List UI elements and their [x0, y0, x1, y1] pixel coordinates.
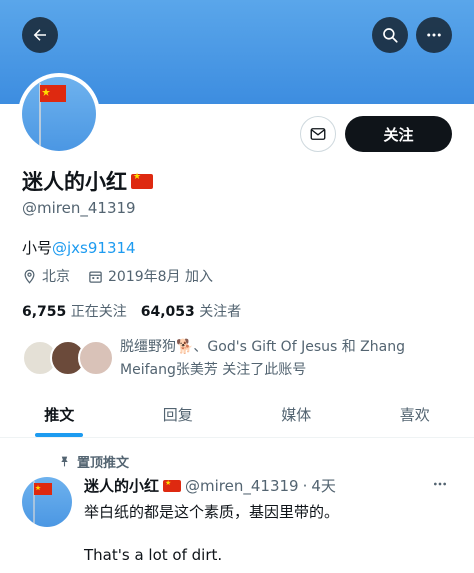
profile-stats: 6,755 正在关注 64,053 关注者 — [22, 301, 241, 321]
profile-avatar[interactable] — [18, 73, 100, 155]
location-pin-icon — [24, 269, 35, 284]
envelope-icon — [310, 128, 326, 140]
tab-replies[interactable]: 回复 — [119, 392, 238, 437]
profile-name: 迷人的小红 — [22, 166, 153, 196]
profile-meta: 北京 2019年8月 加入 — [22, 266, 213, 286]
back-arrow-icon — [33, 29, 46, 41]
tab-media[interactable]: 媒体 — [237, 392, 356, 437]
flag-on-pole-image — [33, 481, 52, 527]
tweet-author-avatar[interactable] — [22, 477, 72, 527]
tweet-text-line: 举白纸的都是这个素质，基因里带的。 — [84, 503, 340, 521]
profile-tabs: 推文 回复 媒体 喜欢 — [0, 392, 474, 438]
follower-avatars — [22, 340, 114, 378]
follow-button[interactable]: 关注 — [345, 116, 452, 152]
more-icon — [434, 482, 446, 486]
tweet-author-handle[interactable]: @miren_41319 — [185, 477, 299, 495]
tweet-author-name[interactable]: 迷人的小红 — [84, 475, 159, 496]
china-flag-icon — [163, 479, 182, 492]
back-button[interactable] — [22, 17, 58, 53]
calendar-icon — [89, 271, 102, 283]
profile-handle: @miren_41319 — [22, 199, 136, 217]
known-followers[interactable]: 脱缰野狗🐕、God's Gift Of Jesus 和 Zhang Meifan… — [22, 336, 462, 382]
message-button[interactable] — [300, 116, 336, 152]
profile-name-text: 迷人的小红 — [22, 170, 127, 194]
tweet-separator: · — [302, 476, 308, 495]
pinned-label: 置顶推文 — [77, 456, 130, 471]
search-icon — [383, 28, 398, 43]
tab-likes[interactable]: 喜欢 — [356, 392, 474, 437]
more-options-button[interactable] — [416, 17, 452, 53]
more-icon — [427, 33, 441, 37]
known-followers-text: 脱缰野狗🐕、God's Gift Of Jesus 和 Zhang Meifan… — [120, 339, 405, 378]
flag-on-pole-image — [39, 83, 66, 151]
tweet-header: 迷人的小红 @miren_41319·4天 — [84, 475, 336, 496]
tab-tweets[interactable]: 推文 — [0, 392, 119, 437]
pin-icon — [61, 456, 68, 467]
location-text: 北京 — [42, 269, 70, 285]
search-button[interactable] — [372, 17, 408, 53]
follower-avatar — [78, 340, 114, 376]
tweet-text-line: That's a lot of dirt. — [84, 546, 223, 564]
pinned-indicator: 置顶推文 — [58, 452, 129, 471]
china-flag-icon — [131, 172, 153, 189]
tweet-time[interactable]: 4天 — [311, 475, 336, 496]
bio-prefix: 小号 — [22, 239, 53, 257]
profile-bio: 小号@jxs91314 — [22, 237, 136, 258]
joined-date: 2019年8月 加入 — [108, 269, 213, 285]
bio-mention-link[interactable]: @jxs91314 — [52, 239, 136, 257]
followers-link[interactable]: 64,053 关注者 — [141, 301, 241, 321]
tweet-more-button[interactable] — [432, 476, 448, 496]
following-link[interactable]: 6,755 正在关注 — [22, 301, 127, 321]
